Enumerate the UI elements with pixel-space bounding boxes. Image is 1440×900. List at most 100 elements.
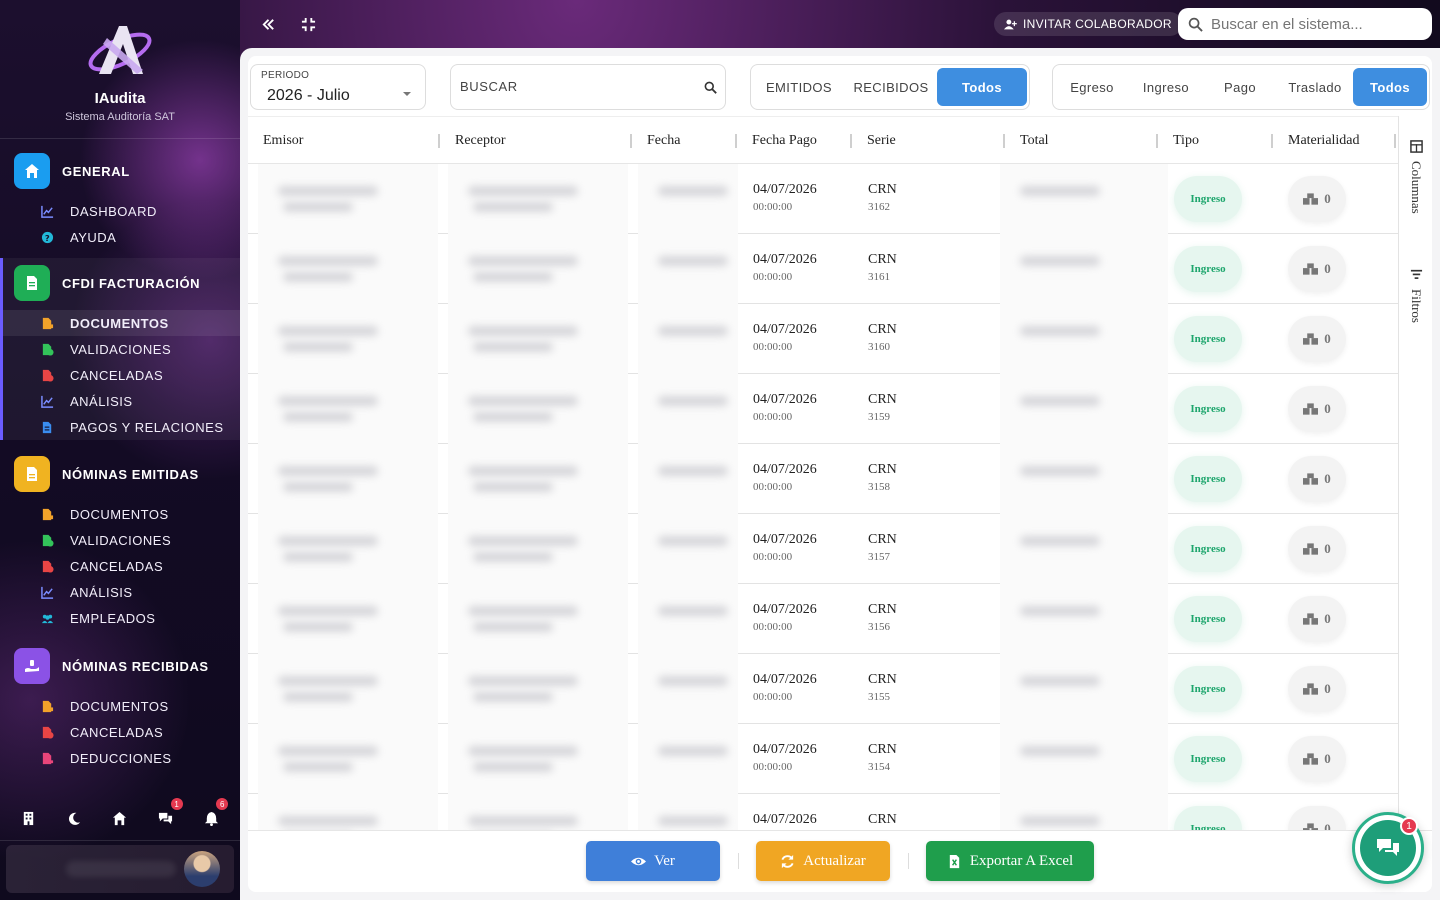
column-resize-handle[interactable] bbox=[735, 134, 737, 148]
toggle-recibidos[interactable]: RECIBIDOS bbox=[845, 68, 937, 106]
sidebar-item-empleados[interactable]: EMPLEADOS bbox=[0, 605, 240, 631]
toggle-traslado[interactable]: Traslado bbox=[1277, 68, 1353, 106]
sidebar-section-header[interactable]: NÓMINAS EMITIDAS bbox=[0, 449, 240, 499]
sidebar-section-cfdi-facturacion: CFDI FACTURACIÓN DOCUMENTOS VALIDACIONES… bbox=[0, 258, 240, 440]
materialidad-button[interactable]: 0 bbox=[1288, 806, 1346, 830]
tipo-badge: Ingreso bbox=[1174, 736, 1242, 782]
cell-folio: 3161 bbox=[868, 271, 890, 283]
column-header-fecha[interactable]: Fecha bbox=[647, 117, 680, 165]
global-search-input[interactable] bbox=[1211, 15, 1411, 33]
table-row[interactable]: 04/07/2026 00:00:00 CRN 3162 Ingreso 0 bbox=[248, 164, 1398, 234]
column-resize-handle[interactable] bbox=[1394, 134, 1396, 148]
sidebar-item-nr-canceladas[interactable]: CANCELADAS bbox=[0, 719, 240, 745]
column-header-serie[interactable]: Serie bbox=[867, 117, 896, 165]
materialidad-count: 0 bbox=[1324, 751, 1331, 766]
sidebar-item-ne-canceladas[interactable]: CANCELADAS bbox=[0, 553, 240, 579]
table-row[interactable]: 04/07/2026 00:00:00 CRN 3160 Ingreso 0 bbox=[248, 304, 1398, 374]
column-resize-handle[interactable] bbox=[1003, 134, 1005, 148]
materialidad-button[interactable]: 0 bbox=[1288, 386, 1346, 432]
boxes-icon bbox=[1303, 402, 1319, 415]
sidebar-item-ne-validaciones[interactable]: VALIDACIONES bbox=[0, 527, 240, 553]
redacted-cell bbox=[258, 654, 438, 724]
table-row[interactable]: 04/07/2026 00:00:00 CRN 3156 Ingreso 0 bbox=[248, 584, 1398, 654]
user-profile[interactable] bbox=[6, 845, 234, 893]
invite-collaborator-button[interactable]: INVITAR COLABORADOR bbox=[994, 12, 1182, 36]
column-header-total[interactable]: Total bbox=[1020, 117, 1049, 165]
bell-icon[interactable]: 6 bbox=[200, 798, 229, 829]
sidebar-item-ne-documentos[interactable]: DOCUMENTOS bbox=[0, 501, 240, 527]
materialidad-button[interactable]: 0 bbox=[1288, 316, 1346, 362]
cell-fecha-pago: 04/07/2026 bbox=[753, 392, 817, 407]
sidebar-item-cfdi-documentos[interactable]: DOCUMENTOS bbox=[0, 310, 240, 336]
redacted-text bbox=[473, 552, 553, 562]
column-header-emisor[interactable]: Emisor bbox=[263, 117, 303, 165]
materialidad-button[interactable]: 0 bbox=[1288, 456, 1346, 502]
file-minus-icon bbox=[40, 751, 54, 765]
filters-tool[interactable]: Filtros bbox=[1399, 268, 1432, 323]
column-header-materialidad[interactable]: Materialidad bbox=[1288, 117, 1360, 165]
table-row[interactable]: 04/07/2026 00:00:00 CRN 3154 Ingreso 0 bbox=[248, 724, 1398, 794]
column-header-receptor[interactable]: Receptor bbox=[455, 117, 506, 165]
moon-icon[interactable] bbox=[63, 807, 85, 829]
materialidad-button[interactable]: 0 bbox=[1288, 596, 1346, 642]
materialidad-button[interactable]: 0 bbox=[1288, 176, 1346, 222]
toggle-pago[interactable]: Pago bbox=[1203, 68, 1277, 106]
sidebar-item-cfdi-canceladas[interactable]: CANCELADAS bbox=[0, 362, 240, 388]
sidebar-item-dashboard[interactable]: DASHBOARD bbox=[0, 198, 240, 224]
refresh-button[interactable]: Actualizar bbox=[756, 841, 890, 881]
column-resize-handle[interactable] bbox=[1156, 134, 1158, 148]
file-icon bbox=[14, 456, 50, 492]
table-row[interactable]: 04/07/2026 00:00:00 CRN 3159 Ingreso 0 bbox=[248, 374, 1398, 444]
column-header-fecha-pago[interactable]: Fecha Pago bbox=[752, 117, 817, 165]
table-row[interactable]: 04/07/2026 CRN Ingreso 0 bbox=[248, 794, 1398, 830]
sidebar-item-cfdi-analisis[interactable]: ANÁLISIS bbox=[0, 388, 240, 414]
building-icon[interactable] bbox=[18, 807, 40, 829]
materialidad-button[interactable]: 0 bbox=[1288, 246, 1346, 292]
toggle-ingreso[interactable]: Ingreso bbox=[1129, 68, 1203, 106]
export-excel-button[interactable]: Exportar A Excel bbox=[926, 841, 1094, 881]
sidebar-item-cfdi-validaciones[interactable]: VALIDACIONES bbox=[0, 336, 240, 362]
cell-hora: 00:00:00 bbox=[753, 271, 793, 283]
column-resize-handle[interactable] bbox=[438, 134, 440, 148]
sidebar-item-ne-analisis[interactable]: ANÁLISIS bbox=[0, 579, 240, 605]
sidebar-item-nr-documentos[interactable]: DOCUMENTOS bbox=[0, 693, 240, 719]
redacted-text bbox=[1020, 466, 1100, 476]
user-plus-icon bbox=[1004, 19, 1017, 29]
toggle-egreso[interactable]: Egreso bbox=[1055, 68, 1129, 106]
column-header-tipo[interactable]: Tipo bbox=[1173, 117, 1199, 165]
table-row[interactable]: 04/07/2026 00:00:00 CRN 3155 Ingreso 0 bbox=[248, 654, 1398, 724]
table-row[interactable]: 04/07/2026 00:00:00 CRN 3157 Ingreso 0 bbox=[248, 514, 1398, 584]
columns-tool[interactable]: Columnas bbox=[1399, 140, 1432, 214]
global-search[interactable] bbox=[1178, 8, 1432, 40]
table-search[interactable] bbox=[450, 64, 726, 110]
sidebar-section-header[interactable]: NÓMINAS RECIBIDAS bbox=[0, 641, 240, 691]
sidebar-item-ayuda[interactable]: ? AYUDA bbox=[0, 224, 240, 250]
column-resize-handle[interactable] bbox=[630, 134, 632, 148]
sidebar-item-deducciones[interactable]: DEDUCCIONES bbox=[0, 745, 240, 771]
table-search-input[interactable] bbox=[460, 79, 690, 94]
sidebar-section-header[interactable]: GENERAL bbox=[0, 146, 240, 196]
cell-hora: 00:00:00 bbox=[753, 201, 793, 213]
view-button[interactable]: Ver bbox=[586, 841, 720, 881]
sidebar-section-header[interactable]: CFDI FACTURACIÓN bbox=[0, 258, 240, 308]
toggle-tipo-todos[interactable]: Todos bbox=[1353, 68, 1427, 106]
avatar[interactable] bbox=[184, 851, 220, 887]
compress-icon[interactable] bbox=[298, 14, 318, 34]
materialidad-button[interactable]: 0 bbox=[1288, 666, 1346, 712]
column-resize-handle[interactable] bbox=[1271, 134, 1273, 148]
documents-panel: PERIODO 2026 - Julio EMITIDOS RECIBIDOS … bbox=[248, 56, 1432, 892]
materialidad-button[interactable]: 0 bbox=[1288, 736, 1346, 782]
table-row[interactable]: 04/07/2026 00:00:00 CRN 3158 Ingreso 0 bbox=[248, 444, 1398, 514]
table-row[interactable]: 04/07/2026 00:00:00 CRN 3161 Ingreso 0 bbox=[248, 234, 1398, 304]
materialidad-button[interactable]: 0 bbox=[1288, 526, 1346, 572]
comments-icon[interactable]: 1 bbox=[155, 798, 183, 829]
sidebar-item-pagos-relaciones[interactable]: PAGOS Y RELACIONES bbox=[0, 414, 240, 440]
file-xml-icon bbox=[40, 316, 54, 330]
home-icon[interactable] bbox=[109, 807, 131, 829]
toggle-todos[interactable]: Todos bbox=[937, 68, 1027, 106]
period-select[interactable]: PERIODO 2026 - Julio bbox=[250, 64, 426, 110]
double-chevron-left-icon[interactable] bbox=[258, 14, 278, 34]
column-resize-handle[interactable] bbox=[850, 134, 852, 148]
toggle-emitidos[interactable]: EMITIDOS bbox=[753, 68, 845, 106]
search-icon[interactable] bbox=[704, 81, 717, 94]
